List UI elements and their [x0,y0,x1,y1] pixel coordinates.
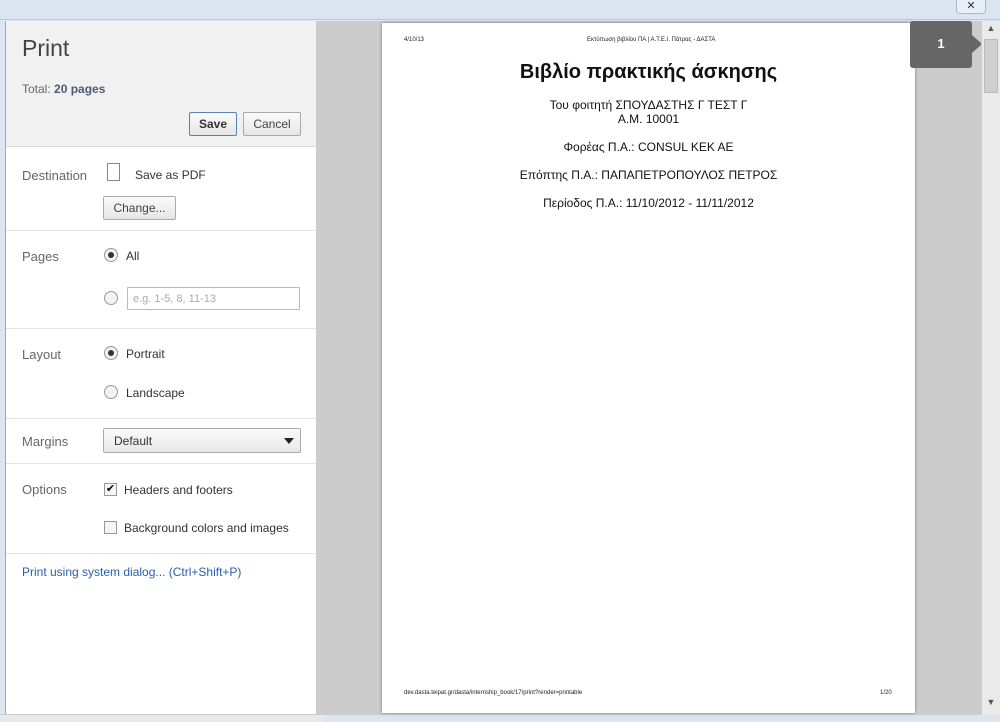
print-header: Print Total: 20 pages Save Cancel [6,21,316,147]
scroll-down-icon[interactable]: ▼ [982,697,1000,713]
system-dialog-link[interactable]: Print using system dialog... (Ctrl+Shift… [22,565,241,579]
cancel-button[interactable]: Cancel [243,112,301,136]
page-header-title: Εκτύπωση βιβλίου ΠΑ | Α.Τ.Ε.Ι. Πάτρας - … [587,37,716,43]
scroll-up-icon[interactable]: ▲ [982,23,1000,39]
options-section: Options ✔ Headers and footers Background… [6,464,317,554]
background-label: Background colors and images [124,521,289,535]
headers-footers-checkbox[interactable]: ✔ [104,483,117,496]
preview-page: 4/10/13 Εκτύπωση βιβλίου ΠΑ | Α.Τ.Ε.Ι. Π… [382,23,915,713]
total-label: Total: [22,82,51,96]
window-titlebar: ✕ [0,0,1000,20]
save-button[interactable]: Save [189,112,237,136]
period-line: Περίοδος Π.Α.: 11/10/2012 - 11/11/2012 [543,196,754,210]
change-destination-button[interactable]: Change... [103,196,176,220]
scrollbar-thumb[interactable] [984,39,998,93]
background-checkbox[interactable] [104,521,117,534]
landscape-radio[interactable] [104,385,118,399]
pages-label: Pages [22,249,59,264]
pages-custom-radio[interactable] [104,291,118,305]
vertical-scrollbar[interactable]: ▲ ▼ [981,21,1000,715]
margins-select[interactable]: Default [103,428,301,453]
destination-section: Destination Save as PDF Change... [6,148,317,231]
page-number-badge: 1 [910,21,982,68]
page-header-date: 4/10/13 [404,37,425,43]
student-line: Του φοιτητή ΣΠΟΥΔΑΣΤΗΣ Γ ΤΕΣΤ Γ [549,98,748,112]
pages-all-radio[interactable] [104,248,118,262]
page-footer-url: dev.dasta.teipat.gr/dasta/internship_boo… [404,690,583,696]
print-sidebar: Print Total: 20 pages Save Cancel Destin… [5,21,317,715]
options-label: Options [22,482,67,497]
foreas-line: Φορέας Π.Α.: CONSUL KEK AE [563,140,734,154]
page-footer-number: 1/20 [880,690,892,696]
total-value: 20 pages [54,82,106,96]
total-pages: Total: 20 pages [22,82,105,96]
layout-label: Layout [22,347,62,362]
pdf-file-icon [107,163,120,181]
pages-all-label: All [126,249,140,263]
pages-range-input[interactable]: e.g. 1-5, 8, 11-13 [127,287,300,310]
print-title: Print [22,35,70,61]
margins-section: Margins Default [6,419,317,464]
document-title: Βιβλίο πρακτικής άσκησης [519,61,778,83]
layout-section: Layout Portrait Landscape [6,329,317,419]
status-bar [0,714,324,722]
portrait-radio[interactable] [104,346,118,360]
print-preview: 4/10/13 Εκτύπωση βιβλίου ΠΑ | Α.Τ.Ε.Ι. Π… [316,21,982,715]
landscape-label: Landscape [126,386,185,400]
destination-value: Save as PDF [135,168,206,182]
close-icon: ✕ [966,0,976,12]
epoptis-line: Επόπτης Π.Α.: ΠΑΠΑΠΕΤΡΟΠΟΥΛΟΣ ΠΕΤΡΟΣ [519,168,778,182]
close-button[interactable]: ✕ [956,0,986,14]
portrait-label: Portrait [126,347,165,361]
am-line: Α.Μ. 10001 [617,112,680,126]
margins-label: Margins [22,434,69,449]
pages-section: Pages All e.g. 1-5, 8, 11-13 [6,231,317,329]
headers-footers-label: Headers and footers [124,483,233,497]
destination-label: Destination [22,168,88,183]
